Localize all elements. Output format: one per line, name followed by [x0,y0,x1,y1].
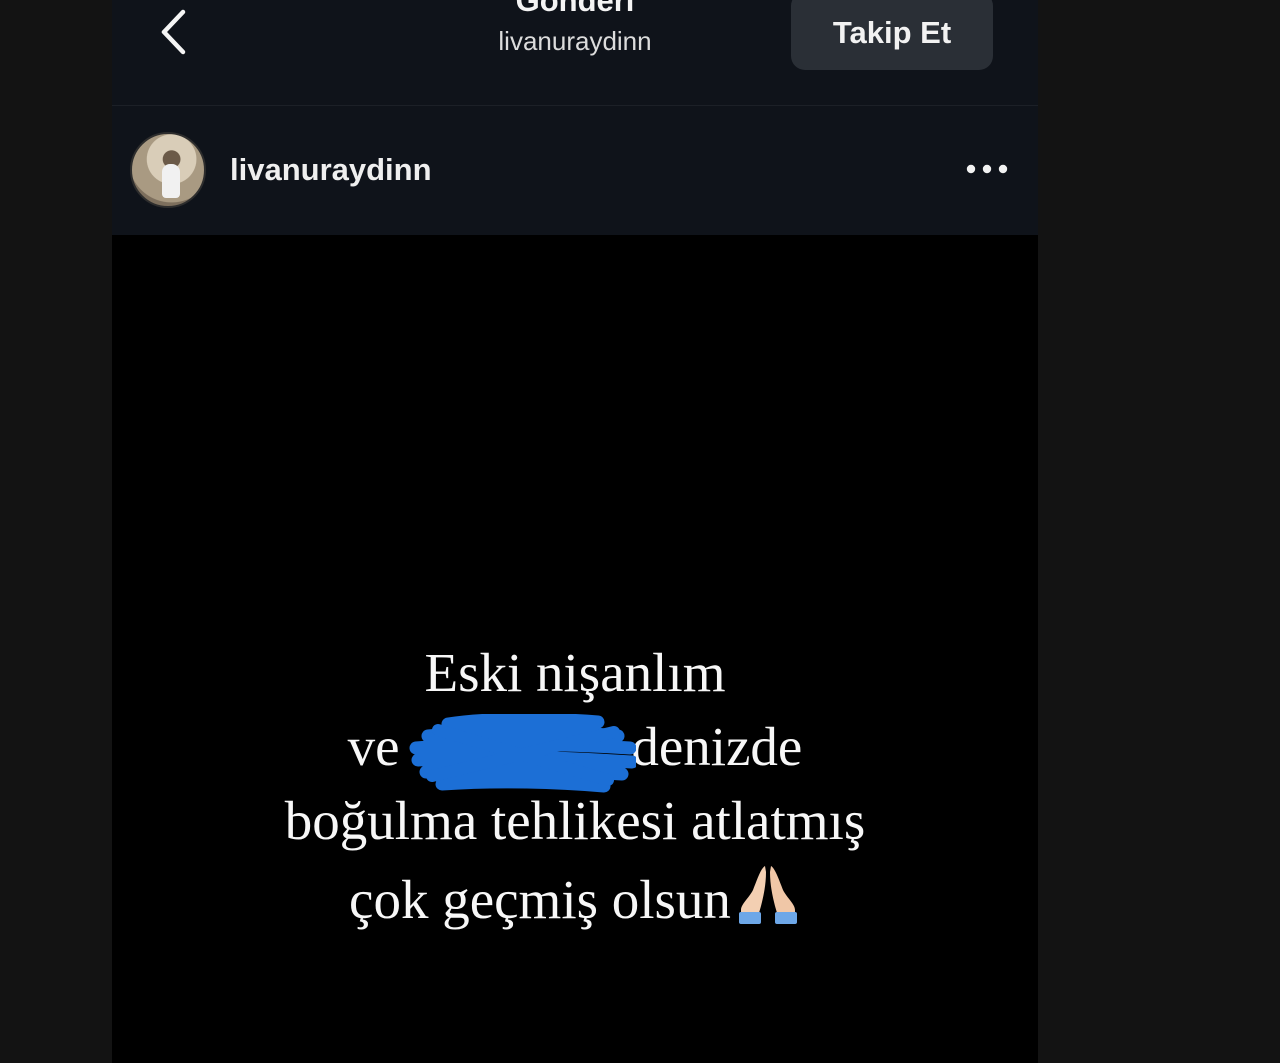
chevron-left-icon [161,9,186,55]
post-header: livanuraydinn [112,106,1038,235]
title-block: Gönderi livanuraydinn [375,0,775,58]
page-title: Gönderi [515,0,635,18]
follow-button[interactable]: Takip Et [791,0,993,70]
avatar[interactable] [130,132,206,208]
more-horizontal-icon [966,164,1008,174]
post-username[interactable]: livanuraydinn [230,152,432,188]
post-image[interactable]: Eski nişanlım ve denizde boğulma tehlike… [112,236,1038,1063]
scribble-redaction [409,714,636,793]
post-line-4: çok geçmiş olsun [112,858,1038,937]
folded-hands-icon [738,866,797,924]
phone-screen: Gönderi livanuraydinn Takip Et livanuray… [112,0,1038,1063]
post-line-2-start: ve [347,716,414,777]
more-options-button[interactable] [962,154,1012,184]
post-line-1: Eski nişanlım [424,642,726,703]
post-line-4-text: çok geçmiş olsun [349,869,731,930]
page-subtitle: livanuraydinn [498,26,652,56]
back-button[interactable] [152,8,200,56]
top-navigation-bar: Gönderi livanuraydinn Takip Et [112,0,1038,105]
avatar-figure [162,164,180,198]
screenshot-frame: Gönderi livanuraydinn Takip Et livanuray… [0,0,1280,1063]
post-line-2-end: denizde [631,716,803,777]
